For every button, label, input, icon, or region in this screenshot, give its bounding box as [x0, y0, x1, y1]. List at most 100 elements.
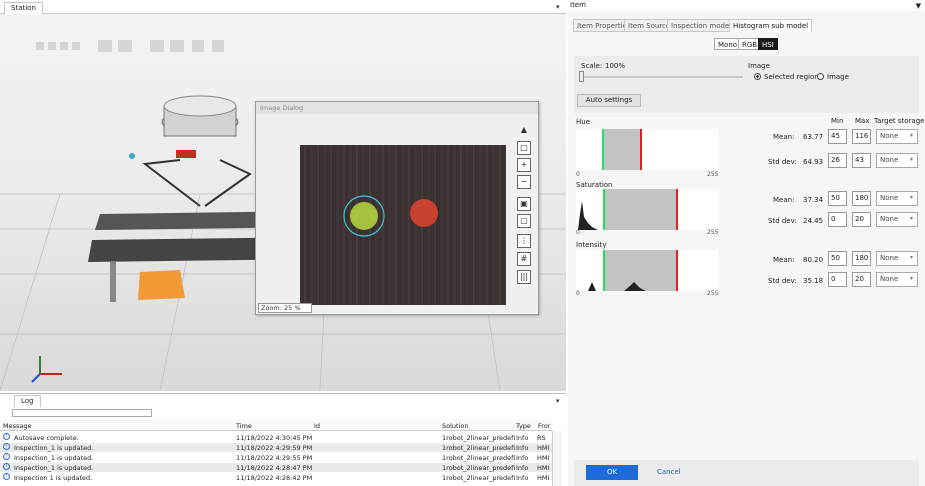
select-icon[interactable]: □: [517, 141, 531, 155]
table-row[interactable]: i Inspection_1 is updated. 11/18/2022 4:29…: [0, 443, 552, 452]
radio-selected-region-label: Selected region: [764, 73, 819, 81]
hue-label: Hue: [576, 118, 591, 126]
col-id[interactable]: Id: [314, 422, 320, 430]
hue-tick-min: 0: [576, 171, 580, 178]
zoom-out-icon[interactable]: −: [517, 175, 531, 189]
saturation-max-input[interactable]: 180: [852, 191, 871, 206]
saturation-tick-max: 255: [707, 229, 719, 236]
saturation-std-min-input[interactable]: 0: [828, 212, 847, 227]
info-icon: i: [3, 473, 10, 480]
info-icon: i: [3, 443, 10, 450]
intensity-mean-value: 80.20: [803, 256, 824, 264]
hue-min-marker[interactable]: [602, 129, 604, 170]
intensity-std-min-input[interactable]: 0: [828, 272, 847, 287]
station-tabbar: Station ▾: [0, 0, 566, 14]
col-max-label: Max: [855, 117, 870, 125]
hue-std-label: Std dev:: [768, 158, 797, 166]
table-row[interactable]: i Autosave complete. 11/18/2022 4:30:45 PM…: [0, 433, 552, 442]
intensity-min-input[interactable]: 50: [828, 251, 847, 266]
tab-histogram-sub-model[interactable]: Histogram sub model: [729, 19, 813, 32]
saturation-label: Saturation: [576, 181, 613, 189]
scale-slider-thumb[interactable]: [579, 71, 584, 82]
hue-min-input[interactable]: 45: [828, 129, 847, 144]
cancel-button[interactable]: Cancel: [657, 468, 681, 476]
intensity-max-input[interactable]: 180: [852, 251, 871, 266]
hue-tick-max: 255: [707, 171, 719, 178]
hist-range-right: [676, 189, 718, 230]
chevron-down-icon[interactable]: ▼: [916, 2, 921, 10]
hue-mean-label: Mean:: [773, 133, 795, 141]
image-label: Image: [748, 62, 770, 70]
hue-target-select[interactable]: None: [876, 129, 918, 144]
intensity-histogram: [576, 250, 718, 291]
scale-slider[interactable]: [581, 76, 743, 78]
log-scrollbar[interactable]: [552, 431, 562, 486]
image-dialog[interactable]: Image Dialog ▲ □ + − ▣ ▢ ⋮ # ||| Zoom: 2…: [255, 101, 539, 315]
intensity-std-value: 35.18: [803, 277, 824, 285]
dialog-title: Image Dialog: [256, 102, 538, 114]
col-message[interactable]: Message: [3, 422, 32, 430]
saturation-mean-value: 37.34: [803, 196, 824, 204]
hue-std-target-select[interactable]: None: [876, 153, 918, 168]
crop-icon[interactable]: ⋮: [517, 234, 531, 248]
log-filter-input[interactable]: [12, 409, 152, 417]
ok-button[interactable]: OK: [586, 465, 638, 480]
intensity-max-marker[interactable]: [676, 250, 678, 291]
grid-icon[interactable]: #: [517, 252, 531, 266]
radio-image[interactable]: [817, 73, 824, 80]
saturation-min-input[interactable]: 50: [828, 191, 847, 206]
tab-inspection-model[interactable]: Inspection model: [667, 19, 736, 32]
radio-image-label: Image: [827, 73, 849, 81]
camera-image[interactable]: [300, 145, 506, 305]
mode-hsi[interactable]: HSI: [758, 38, 778, 50]
col-from[interactable]: Fror: [538, 422, 550, 430]
item-tabs: Item Properties Item Source Inspection m…: [573, 19, 903, 32]
saturation-target-select[interactable]: None: [876, 191, 918, 206]
scale-value: 100%: [605, 62, 626, 70]
tab-log[interactable]: Log: [14, 395, 41, 407]
pin-icon[interactable]: ▾: [556, 397, 560, 405]
image-icon[interactable]: ▣: [517, 197, 531, 211]
col-time[interactable]: Time: [236, 422, 252, 430]
hue-max-marker[interactable]: [640, 129, 642, 170]
barcode-icon[interactable]: |||: [517, 270, 531, 284]
info-icon: i: [3, 463, 10, 470]
view-toolbar-icons: [36, 40, 224, 52]
hist-range-right: [640, 129, 718, 170]
saturation-histogram: [576, 189, 718, 230]
pin-icon[interactable]: ▾: [556, 3, 560, 11]
zoom-in-icon[interactable]: +: [517, 158, 531, 172]
saturation-tick-min: 0: [576, 229, 580, 236]
col-min-label: Min: [831, 117, 844, 125]
item-title: Item ▼: [568, 0, 925, 11]
scale-label: Scale:: [581, 62, 603, 70]
table-row[interactable]: i Inspection_1 is updated. 11/18/2022 4:29…: [0, 453, 552, 462]
col-solution[interactable]: Solution: [442, 422, 468, 430]
zoom-readout: Zoom: 25 %: [258, 303, 312, 313]
item-title-text: Item: [570, 1, 586, 9]
saturation-std-max-input[interactable]: 20: [852, 212, 871, 227]
intensity-tick-min: 0: [576, 290, 580, 297]
saturation-max-marker[interactable]: [676, 189, 678, 230]
table-row[interactable]: i Inspection 1 is updated. 11/18/2022 4:28…: [0, 473, 552, 482]
saturation-std-target-select[interactable]: None: [876, 212, 918, 227]
intensity-target-select[interactable]: None: [876, 251, 918, 266]
table-row[interactable]: i Inspection_1 is updated. 11/18/2022 4:28…: [0, 463, 552, 472]
hue-std-min-input[interactable]: 26: [828, 153, 847, 168]
auto-settings-button[interactable]: Auto settings: [577, 94, 641, 107]
intensity-tick-max: 255: [707, 290, 719, 297]
hue-max-input[interactable]: 116: [852, 129, 871, 144]
info-icon: i: [3, 453, 10, 460]
col-type[interactable]: Type: [516, 422, 531, 430]
saturation-std-label: Std dev:: [768, 217, 797, 225]
radio-selected-region[interactable]: [754, 73, 761, 80]
hist-range-right: [676, 250, 718, 291]
intensity-std-max-input[interactable]: 20: [852, 272, 871, 287]
pointer-icon[interactable]: ▲: [517, 124, 531, 138]
hue-std-max-input[interactable]: 43: [852, 153, 871, 168]
mode-mono[interactable]: Mono: [714, 38, 742, 50]
fit-icon[interactable]: ▢: [517, 214, 531, 228]
intensity-std-target-select[interactable]: None: [876, 272, 918, 287]
tab-station[interactable]: Station: [4, 2, 43, 14]
saturation-std-value: 24.45: [803, 217, 824, 225]
